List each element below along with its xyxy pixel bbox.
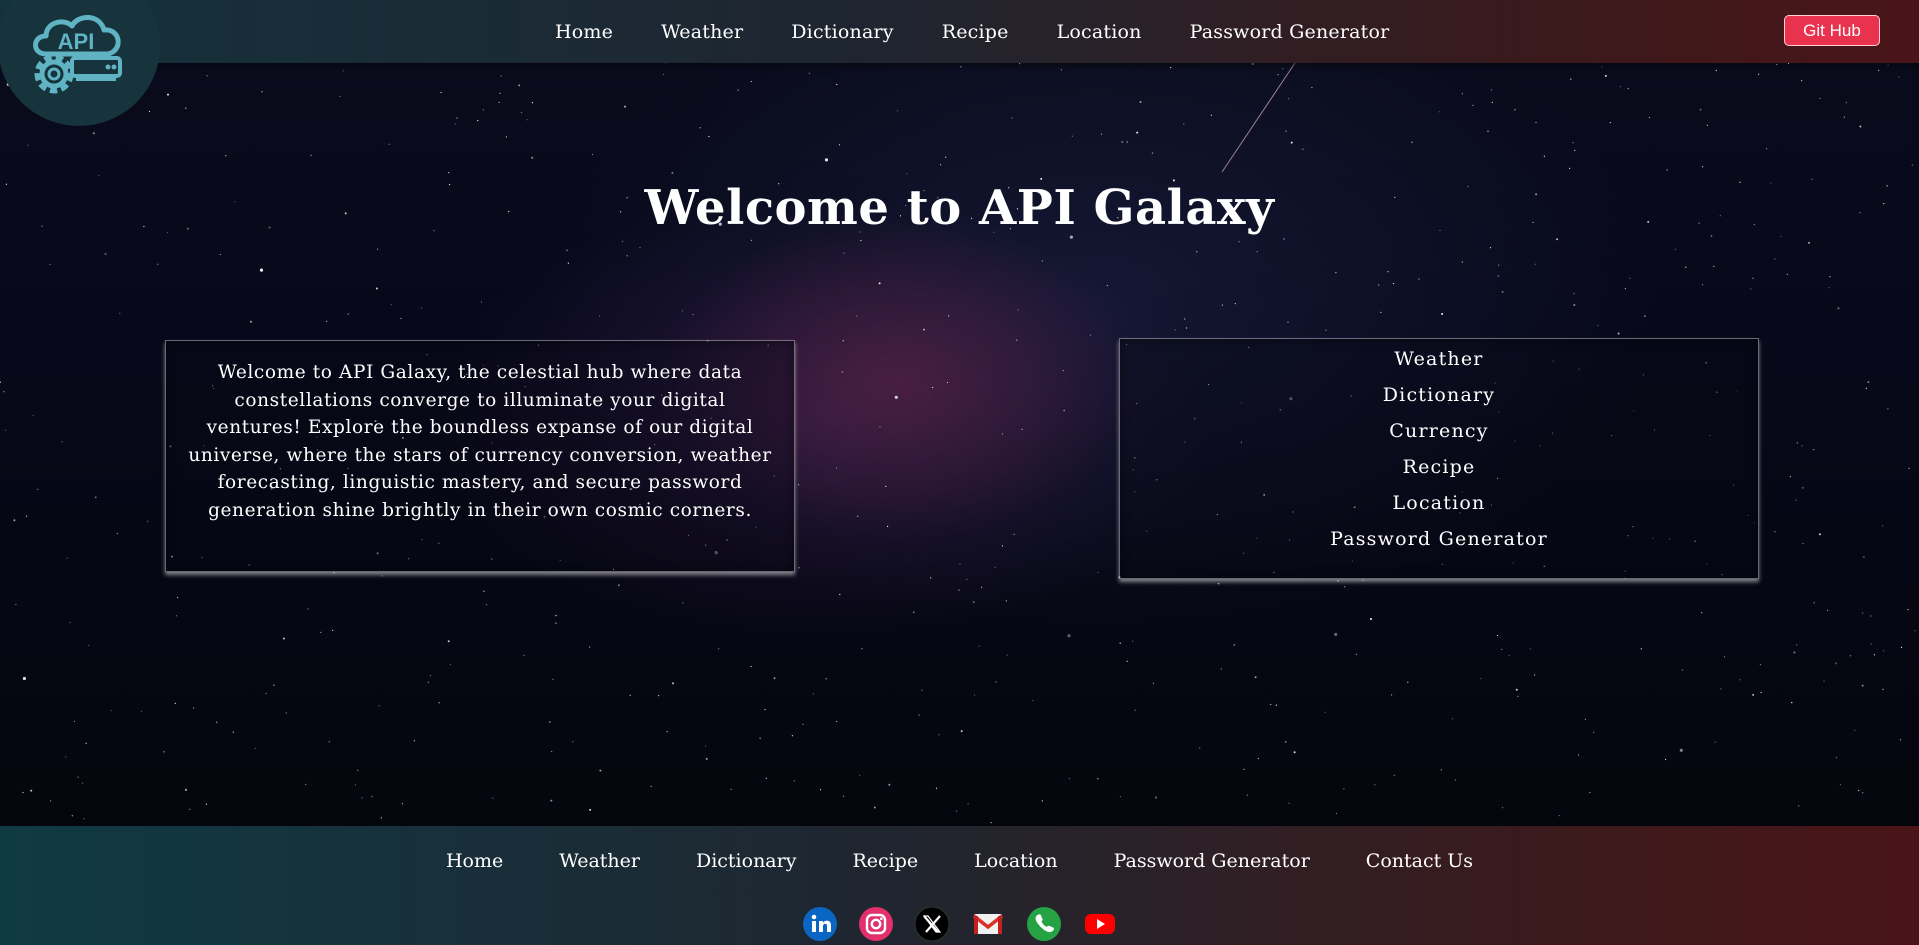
social-links — [0, 906, 1919, 942]
footer-location-link[interactable]: Location — [974, 850, 1057, 872]
nav-password-generator-link[interactable]: Password Generator — [1190, 21, 1390, 43]
footer-recipe-link[interactable]: Recipe — [852, 850, 918, 872]
youtube-icon[interactable] — [1082, 906, 1118, 942]
service-item-password-generator[interactable]: Password Generator — [1120, 521, 1758, 557]
footer-home-link[interactable]: Home — [446, 850, 503, 872]
intro-text: Welcome to API Galaxy, the celestial hub… — [188, 362, 772, 521]
x-icon[interactable] — [914, 906, 950, 942]
git-hub-button[interactable]: Git Hub — [1784, 15, 1880, 46]
service-item-dictionary[interactable]: Dictionary — [1120, 377, 1758, 413]
service-item-currency[interactable]: Currency — [1120, 413, 1758, 449]
nav-home-link[interactable]: Home — [555, 21, 613, 43]
intro-card: Welcome to API Galaxy, the celestial hub… — [165, 340, 795, 572]
nav-recipe-link[interactable]: Recipe — [942, 21, 1009, 43]
nav-dictionary-link[interactable]: Dictionary — [791, 21, 893, 43]
service-item-location[interactable]: Location — [1120, 485, 1758, 521]
logo-label: API — [58, 29, 95, 54]
phone-icon[interactable] — [1026, 906, 1062, 942]
footer-nav: Home Weather Dictionary Recipe Location … — [0, 838, 1919, 884]
nav-weather-link[interactable]: Weather — [661, 21, 743, 43]
footer-password-generator-link[interactable]: Password Generator — [1114, 850, 1310, 872]
linkedin-icon[interactable] — [802, 906, 838, 942]
instagram-icon[interactable] — [858, 906, 894, 942]
page-title: Welcome to API Galaxy — [644, 180, 1275, 236]
nav-location-link[interactable]: Location — [1057, 21, 1142, 43]
footer-contact-us-link[interactable]: Contact Us — [1366, 850, 1473, 872]
services-card: Weather Dictionary Currency Recipe Locat… — [1119, 338, 1759, 579]
top-navbar: Home Weather Dictionary Recipe Location … — [0, 0, 1919, 63]
api-cloud-gear-icon: API — [33, 15, 122, 94]
service-item-recipe[interactable]: Recipe — [1120, 449, 1758, 485]
main-nav: Home Weather Dictionary Recipe Location … — [555, 0, 1437, 63]
services-list: Weather Dictionary Currency Recipe Locat… — [1120, 341, 1758, 557]
footer-dictionary-link[interactable]: Dictionary — [696, 850, 796, 872]
gmail-icon[interactable] — [970, 906, 1006, 942]
footer-weather-link[interactable]: Weather — [559, 850, 640, 872]
page-footer: Home Weather Dictionary Recipe Location … — [0, 826, 1919, 945]
service-item-weather[interactable]: Weather — [1120, 341, 1758, 377]
